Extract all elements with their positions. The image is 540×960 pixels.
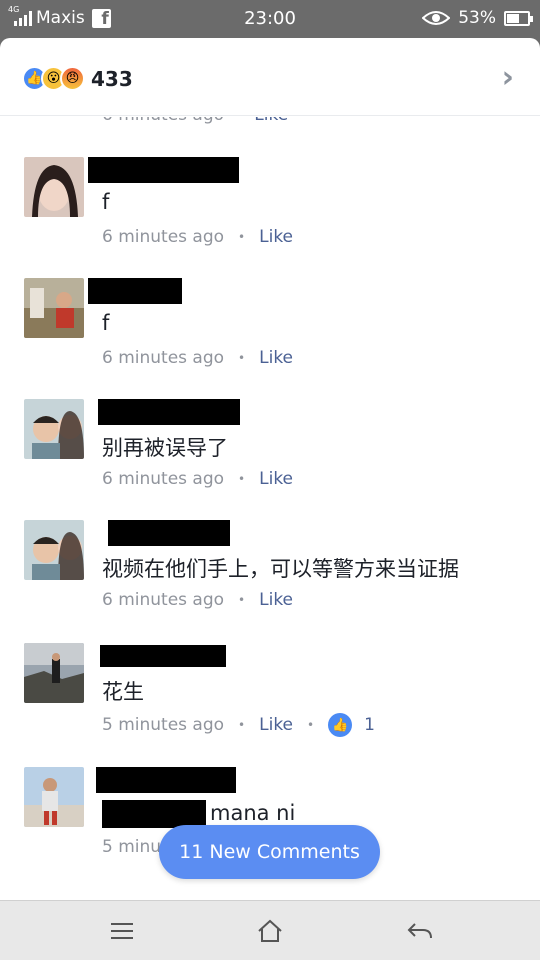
like-link[interactable]: Like	[259, 348, 293, 368]
redacted-name	[108, 520, 230, 546]
comment-time: 5 minutes ago	[102, 715, 225, 735]
new-comments-button[interactable]: 11 New Comments	[159, 825, 380, 879]
comment-item: f 6 minutes ago • Like	[0, 157, 540, 278]
comment-item: 花生 5 minutes ago • Like • 👍 1	[0, 643, 540, 764]
like-link[interactable]: Like	[259, 590, 293, 610]
avatar[interactable]	[24, 157, 84, 217]
comment-meta: 6 minutes ago • Like	[102, 469, 293, 489]
like-link[interactable]: Like	[259, 469, 293, 489]
comment-time: 6 minutes ago	[102, 469, 225, 489]
meta-separator: •	[238, 472, 246, 486]
like-count[interactable]: 1	[364, 715, 375, 735]
comment-time: 5 minu	[102, 837, 162, 857]
reactions-header[interactable]: 👍 😮 😠 433 ›	[0, 38, 540, 116]
comment-text: 别再被误导了	[102, 436, 228, 460]
redacted-name	[98, 399, 240, 425]
comments-sheet: 👍 😮 😠 433 › 6 minutes ago · Like f	[0, 38, 540, 900]
like-count-icon: 👍	[328, 713, 353, 737]
comment-meta: 5 minutes ago • Like • 👍 1	[102, 713, 375, 737]
comment-meta-partial: 6 minutes ago · Like	[102, 117, 288, 125]
meta-separator: ·	[229, 117, 234, 125]
comment-text: 视频在他们手上，可以等警方来当证据	[102, 557, 459, 581]
comment-list[interactable]: 6 minutes ago · Like f 6 minutes ago • L…	[0, 117, 540, 900]
comment-item: f 6 minutes ago • Like	[0, 278, 540, 399]
like-link[interactable]: Like	[259, 715, 293, 735]
redacted-name	[88, 278, 182, 304]
eye-icon	[422, 11, 451, 25]
comment-meta: 6 minutes ago • Like	[102, 590, 293, 610]
comment-text: mana ni	[210, 801, 296, 825]
comment-time: 6 minutes ago	[102, 590, 225, 610]
avatar[interactable]	[24, 399, 84, 459]
meta-separator: •	[238, 718, 246, 732]
reactions-summary[interactable]: 👍 😮 😠 433	[22, 66, 133, 91]
avatar[interactable]	[24, 643, 84, 703]
redacted-name	[96, 767, 236, 793]
redacted-name	[88, 157, 239, 183]
avatar[interactable]	[24, 520, 84, 580]
comment-text: 花生	[102, 680, 144, 704]
comment-text-row: mana ni	[102, 800, 295, 828]
redacted-mention	[102, 800, 206, 828]
avatar[interactable]	[24, 278, 84, 338]
meta-separator: •	[238, 230, 246, 244]
comment-time: 6 minutes ago	[102, 227, 225, 247]
meta-separator: •	[238, 593, 246, 607]
like-link[interactable]: Like	[254, 117, 288, 125]
navigation-bar	[0, 900, 540, 960]
avatar[interactable]	[24, 767, 84, 827]
menu-icon[interactable]	[102, 913, 142, 949]
comment-text: f	[102, 190, 110, 214]
comment-text: f	[102, 311, 110, 335]
chevron-right-icon[interactable]: ›	[502, 60, 514, 95]
comment-item: 别再被误导了 6 minutes ago • Like	[0, 399, 540, 520]
like-link[interactable]: Like	[259, 227, 293, 247]
battery-icon	[504, 10, 533, 26]
back-icon[interactable]	[400, 913, 440, 949]
status-bar: 4G Maxis f 23:00 53%	[0, 0, 540, 38]
meta-separator: •	[307, 718, 315, 732]
battery-percent: 53%	[458, 8, 496, 28]
reaction-count: 433	[91, 66, 133, 91]
home-icon[interactable]	[250, 913, 290, 949]
comment-meta: 6 minutes ago • Like	[102, 348, 293, 368]
meta-separator: •	[238, 351, 246, 365]
comment-meta: 5 minu	[102, 837, 161, 857]
comment-time: 6 minutes ago	[102, 348, 225, 368]
comment-time: 6 minutes ago	[102, 117, 224, 125]
status-right: 53%	[422, 8, 533, 28]
comment-item: 视频在他们手上，可以等警方来当证据 6 minutes ago • Like	[0, 520, 540, 641]
angry-reaction-icon: 😠	[60, 66, 85, 91]
comment-meta: 6 minutes ago • Like	[102, 227, 293, 247]
redacted-name	[100, 645, 226, 667]
